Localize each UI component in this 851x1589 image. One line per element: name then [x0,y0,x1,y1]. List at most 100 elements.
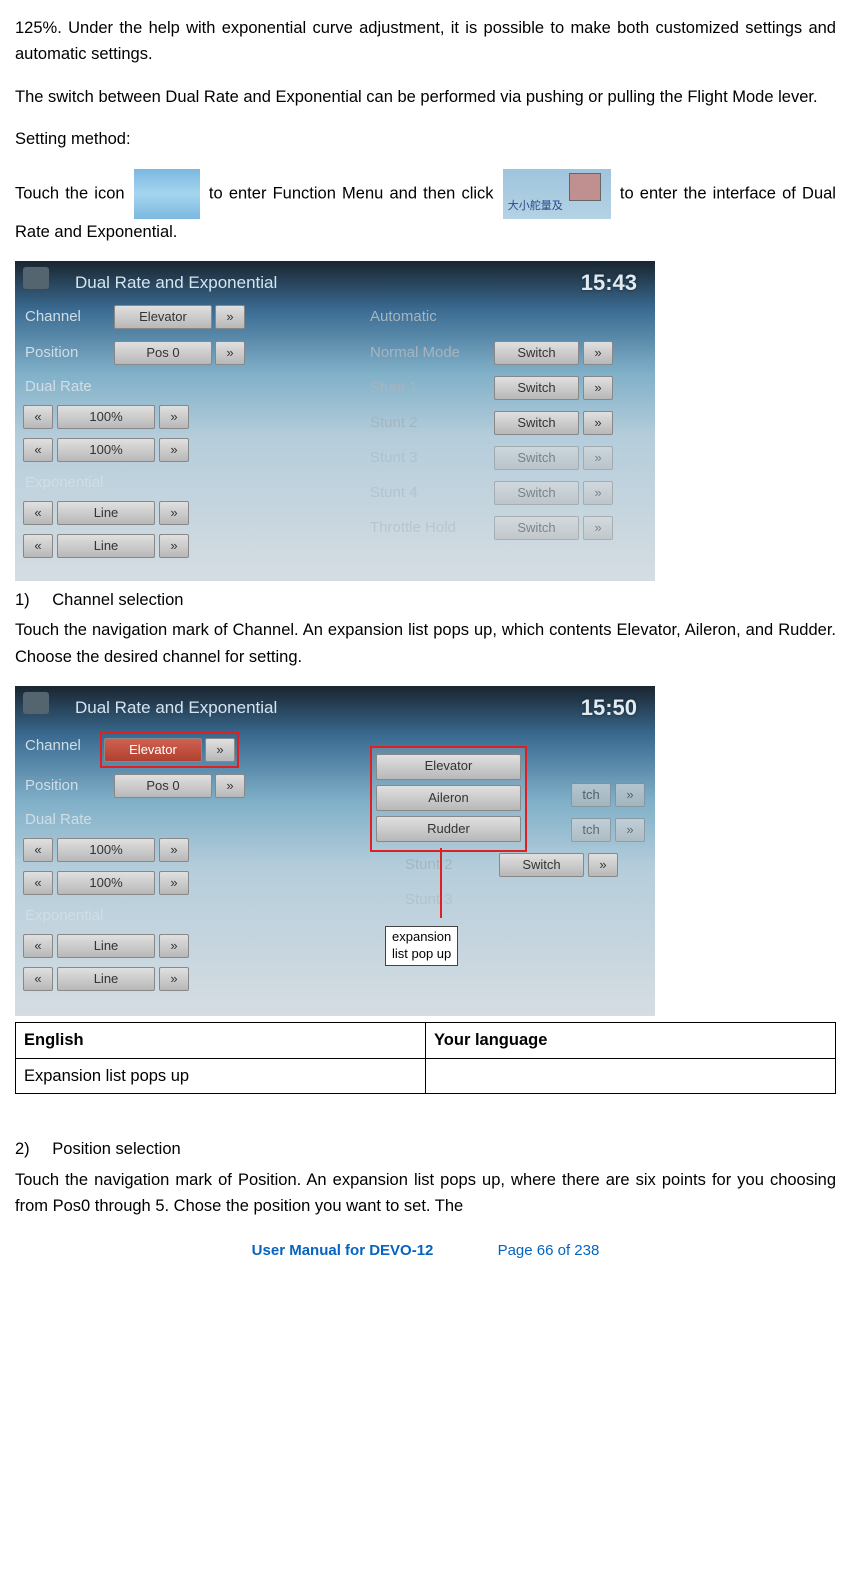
table-cell [426,1058,836,1093]
switch-value[interactable]: Switch [494,341,579,365]
switch-value[interactable]: Switch [494,411,579,435]
exponential-label: Exponential [15,471,110,495]
chevron-right-icon[interactable]: » [583,376,613,400]
chevron-right-icon[interactable]: » [159,501,189,525]
back-button[interactable] [23,267,49,289]
position-label: Position [15,774,110,798]
section-heading: 2) Position selection [15,1136,836,1162]
chevron-left-icon[interactable]: « [23,967,53,991]
section-title: Position selection [52,1140,180,1158]
paragraph: 125%. Under the help with exponential cu… [15,15,836,68]
exponential-value-1[interactable]: Line [57,934,155,958]
section-number: 1) [15,591,30,609]
function-menu-icon [134,169,200,219]
screen-time: 15:50 [581,690,637,725]
mode-label: Stunt 1 [360,376,490,400]
dual-rate-value-1[interactable]: 100% [57,838,155,862]
chevron-right-icon[interactable]: » [615,783,645,807]
dual-rate-value-2[interactable]: 100% [57,438,155,462]
position-value[interactable]: Pos 0 [114,341,212,365]
switch-partial: tch [571,818,611,842]
switch-value[interactable]: Switch [494,376,579,400]
translation-table: English Your language Expansion list pop… [15,1022,836,1094]
exponential-value-1[interactable]: Line [57,501,155,525]
chevron-right-icon[interactable]: » [159,438,189,462]
channel-label: Channel [15,734,110,758]
text: Touch the icon [15,184,131,202]
touch-instruction: Touch the icon to enter Function Menu an… [15,169,836,245]
position-label: Position [15,341,110,365]
table-cell: Expansion list pops up [16,1058,426,1093]
switch-value[interactable]: Switch [494,481,579,505]
dual-rate-icon [503,169,611,219]
switch-value[interactable]: Switch [494,446,579,470]
dual-rate-value-1[interactable]: 100% [57,405,155,429]
popup-option[interactable]: Aileron [376,785,521,811]
chevron-left-icon[interactable]: « [23,501,53,525]
chevron-left-icon[interactable]: « [23,934,53,958]
mode-label: Stunt 3 [395,888,495,912]
switch-value[interactable]: Switch [494,516,579,540]
paragraph: The switch between Dual Rate and Exponen… [15,84,836,110]
chevron-left-icon[interactable]: « [23,871,53,895]
exponential-value-2[interactable]: Line [57,967,155,991]
chevron-right-icon[interactable]: » [205,738,235,762]
table-header: English [16,1023,426,1058]
dual-rate-label: Dual Rate [15,808,110,832]
text: to enter Function Menu and then click [209,184,500,202]
mode-label: Stunt 3 [360,446,490,470]
section-title: Channel selection [52,591,183,609]
chevron-left-icon[interactable]: « [23,838,53,862]
chevron-right-icon[interactable]: » [615,818,645,842]
chevron-right-icon[interactable]: » [159,838,189,862]
mode-label: Normal Mode [360,341,490,365]
chevron-left-icon[interactable]: « [23,405,53,429]
paragraph: Touch the navigation mark of Position. A… [15,1167,836,1220]
callout-line [440,848,442,918]
chevron-right-icon[interactable]: » [583,411,613,435]
channel-popup: Elevator Aileron Rudder [370,746,527,852]
chevron-left-icon[interactable]: « [23,438,53,462]
mode-label: Stunt 2 [395,853,495,877]
paragraph: Setting method: [15,126,836,152]
section-number: 2) [15,1140,30,1158]
chevron-right-icon[interactable]: » [215,305,245,329]
chevron-right-icon[interactable]: » [215,341,245,365]
chevron-right-icon[interactable]: » [583,516,613,540]
exponential-label: Exponential [15,904,110,928]
chevron-right-icon[interactable]: » [159,934,189,958]
channel-value[interactable]: Elevator [114,305,212,329]
screen-time: 15:43 [581,265,637,300]
popup-option[interactable]: Elevator [376,754,521,780]
channel-value[interactable]: Elevator [104,738,202,762]
chevron-right-icon[interactable]: » [583,446,613,470]
screen-title: Dual Rate and Exponential [75,694,277,721]
chevron-right-icon[interactable]: » [159,967,189,991]
chevron-left-icon[interactable]: « [23,534,53,558]
chevron-right-icon[interactable]: » [583,341,613,365]
exponential-value-2[interactable]: Line [57,534,155,558]
switch-value[interactable]: Switch [499,853,584,877]
dual-rate-label: Dual Rate [15,375,110,399]
chevron-right-icon[interactable]: » [583,481,613,505]
chevron-right-icon[interactable]: » [159,871,189,895]
screenshot-dual-rate: Dual Rate and Exponential 15:43 Channel … [15,261,655,581]
back-button[interactable] [23,692,49,714]
dual-rate-value-2[interactable]: 100% [57,871,155,895]
chevron-right-icon[interactable]: » [215,774,245,798]
mode-label: Throttle Hold [360,516,490,540]
position-value[interactable]: Pos 0 [114,774,212,798]
chevron-right-icon[interactable]: » [159,534,189,558]
section-heading: 1) Channel selection [15,587,836,613]
table-header: Your language [426,1023,836,1058]
automatic-label: Automatic [360,305,437,329]
screen-title: Dual Rate and Exponential [75,269,277,296]
mode-label: Stunt 4 [360,481,490,505]
channel-label: Channel [15,305,110,329]
chevron-right-icon[interactable]: » [588,853,618,877]
popup-option[interactable]: Rudder [376,816,521,842]
mode-label: Stunt 2 [360,411,490,435]
chevron-right-icon[interactable]: » [159,405,189,429]
footer-page: Page 66 of 238 [498,1242,600,1259]
screenshot-channel-selection: Dual Rate and Exponential 15:50 Elevator… [15,686,655,1016]
